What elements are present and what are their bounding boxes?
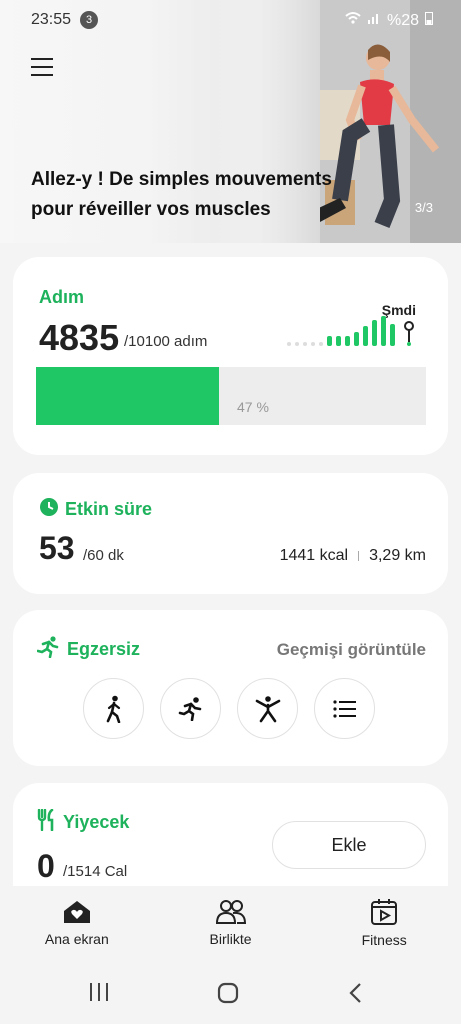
active-time-value: 53 xyxy=(39,530,75,566)
steps-card[interactable]: Adım 4835 /10100 adım Şmdi 47 % xyxy=(13,257,448,455)
hero-title: Allez-y ! De simples mouvements pour rév… xyxy=(31,169,332,220)
active-time-goal: /60 dk xyxy=(83,547,124,564)
exercise-list-button[interactable] xyxy=(314,678,375,739)
nav-home[interactable]: Ana ekran xyxy=(0,886,154,960)
utensils-icon xyxy=(37,808,57,836)
hero-banner[interactable]: 23:55 3 %28 Allez-y ! De simples mouveme… xyxy=(0,0,461,243)
nav-together[interactable]: Birlikte xyxy=(154,886,308,960)
home-heart-icon xyxy=(63,901,90,923)
steps-goal: /10100 adım xyxy=(124,333,208,350)
stats-divider xyxy=(358,551,360,561)
active-time-card[interactable]: Etkin süre 53 /60 dk 1441 kcal 3,29 km xyxy=(13,473,448,594)
battery-icon xyxy=(425,11,433,30)
recent-apps-icon xyxy=(90,983,108,1001)
nav-home-label: Ana ekran xyxy=(44,931,109,947)
exercise-title: Egzersiz xyxy=(67,639,141,659)
add-food-button[interactable]: Ekle xyxy=(272,821,426,869)
exercise-card[interactable]: Egzersiz Geçmişi görüntüle xyxy=(13,610,448,766)
fitness-video-icon xyxy=(371,899,398,925)
status-bar: 23:55 3 %28 xyxy=(0,8,461,32)
status-icons: %28 xyxy=(345,11,433,30)
status-time: 23:55 xyxy=(31,11,72,28)
food-title: Yiyecek xyxy=(63,812,130,832)
food-goal: /1514 Cal xyxy=(63,863,128,880)
people-icon xyxy=(215,900,246,924)
distance-value: 3,29 km xyxy=(369,547,426,564)
notification-count-badge: 3 xyxy=(80,11,98,29)
food-card[interactable]: Yiyecek 0 /1514 Cal Ekle xyxy=(13,783,448,888)
nav-together-label: Birlikte xyxy=(209,931,252,947)
walk-button[interactable] xyxy=(83,678,144,739)
signal-icon xyxy=(367,11,381,30)
clock-icon xyxy=(39,497,59,522)
back-chevron-icon xyxy=(349,983,361,1003)
active-stats: 1441 kcal 3,29 km xyxy=(280,547,426,565)
steps-hourly-chart xyxy=(287,316,414,346)
system-navigation-bar xyxy=(0,960,461,1024)
run-icon xyxy=(178,696,201,721)
recent-apps-button[interactable] xyxy=(88,982,110,1007)
walk-icon xyxy=(106,695,120,723)
steps-progress-percent: 47 % xyxy=(237,399,269,415)
workout-icon xyxy=(255,695,280,722)
steps-progress-bar: 47 % xyxy=(36,367,426,425)
active-time-title: Etkin süre xyxy=(65,499,153,519)
back-button[interactable] xyxy=(348,982,362,1009)
nav-fitness-label: Fitness xyxy=(361,932,407,948)
list-icon xyxy=(332,699,356,718)
steps-title: Adım xyxy=(39,287,84,307)
steps-progress-fill xyxy=(36,367,220,425)
running-icon xyxy=(36,636,61,663)
workout-button[interactable] xyxy=(237,678,298,739)
calories-value: 1441 kcal xyxy=(279,547,349,564)
run-button[interactable] xyxy=(160,678,221,739)
wifi-icon xyxy=(345,11,361,30)
view-history-link[interactable]: Geçmişi görüntüle xyxy=(277,640,426,660)
steps-value: 4835 xyxy=(39,317,120,358)
menu-icon[interactable] xyxy=(31,58,53,78)
hero-page-counter: 3/3 xyxy=(414,200,433,215)
bottom-navigation: Ana ekran Birlikte Fitness xyxy=(0,886,461,960)
nav-fitness[interactable]: Fitness xyxy=(307,886,461,960)
food-value: 0 xyxy=(37,848,55,884)
home-square-icon xyxy=(217,982,239,1004)
battery-label: %28 xyxy=(386,11,419,29)
home-button[interactable] xyxy=(217,982,239,1009)
